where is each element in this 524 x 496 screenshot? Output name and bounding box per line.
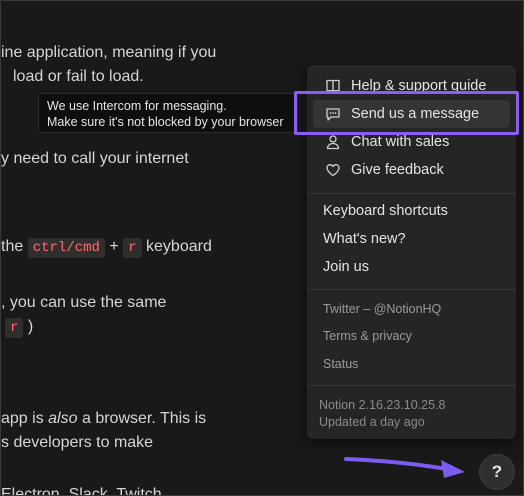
menu-item-status[interactable]: Status <box>313 350 520 378</box>
app-updated: Updated a day ago <box>319 415 425 429</box>
help-button[interactable]: ? <box>479 454 515 490</box>
inline-code-r: r <box>123 238 142 258</box>
person-icon <box>321 134 345 150</box>
menu-item-whats-new[interactable]: What's new? <box>313 225 520 253</box>
menu-item-terms-privacy[interactable]: Terms & privacy <box>313 322 520 350</box>
doc-line-6: r ) <box>5 317 33 338</box>
doc-line-7-post: a browser. This is <box>81 410 207 427</box>
menu-item-twitter[interactable]: Twitter – @NotionHQ <box>313 295 520 323</box>
doc-line-6-post: ) <box>27 318 34 335</box>
doc-line-4-pre: the <box>1 238 24 255</box>
doc-line-9: Electron, Slack, Twitch <box>1 486 162 496</box>
menu-item-give-feedback[interactable]: Give feedback <box>313 156 510 184</box>
doc-line-2: load or fail to load. <box>1 67 144 87</box>
doc-line-7-em: also <box>48 410 78 427</box>
heart-icon <box>321 162 345 178</box>
doc-line-4-plus: + <box>109 238 119 255</box>
doc-line-4: the ctrl/cmd + r keyboard <box>1 237 212 258</box>
doc-line-7: app is also a browser. This is <box>1 409 206 429</box>
annotation-arrow-icon <box>344 457 465 478</box>
menu-item-give-feedback-label: Give feedback <box>351 162 444 178</box>
doc-line-4-post: keyboard <box>146 238 212 255</box>
menu-item-chat-sales-label: Chat with sales <box>351 134 450 150</box>
doc-line-7-pre: app is <box>1 410 44 427</box>
highlight-annotation-box <box>294 91 519 135</box>
doc-line-5: , you can use the same <box>1 294 167 311</box>
doc-line-3: y need to call your internet <box>1 150 189 167</box>
menu-divider-1 <box>307 193 516 194</box>
menu-item-keyboard-shortcuts[interactable]: Keyboard shortcuts <box>313 197 520 225</box>
tooltip-line-1: We use Intercom for messaging. <box>47 99 227 113</box>
help-button-label: ? <box>491 462 503 481</box>
doc-line-2-text: load or fail to load. <box>13 68 144 85</box>
inline-code-ctrl-cmd: ctrl/cmd <box>27 238 105 258</box>
menu-divider-3 <box>307 385 516 386</box>
inline-code-r-2: r <box>5 318 24 338</box>
app-version: Notion 2.16.23.10.25.8 <box>319 398 446 412</box>
tooltip-line-2: Make sure it's not blocked by your brows… <box>47 115 284 129</box>
notion-page: ine application, meaning if you load or … <box>0 0 524 496</box>
intercom-tooltip: We use Intercom for messaging. Make sure… <box>38 93 298 133</box>
menu-item-join-us[interactable]: Join us <box>313 253 520 281</box>
menu-divider-2 <box>307 289 516 290</box>
doc-line-8: s developers to make <box>1 434 154 451</box>
doc-line-1: ine application, meaning if you <box>1 44 217 61</box>
